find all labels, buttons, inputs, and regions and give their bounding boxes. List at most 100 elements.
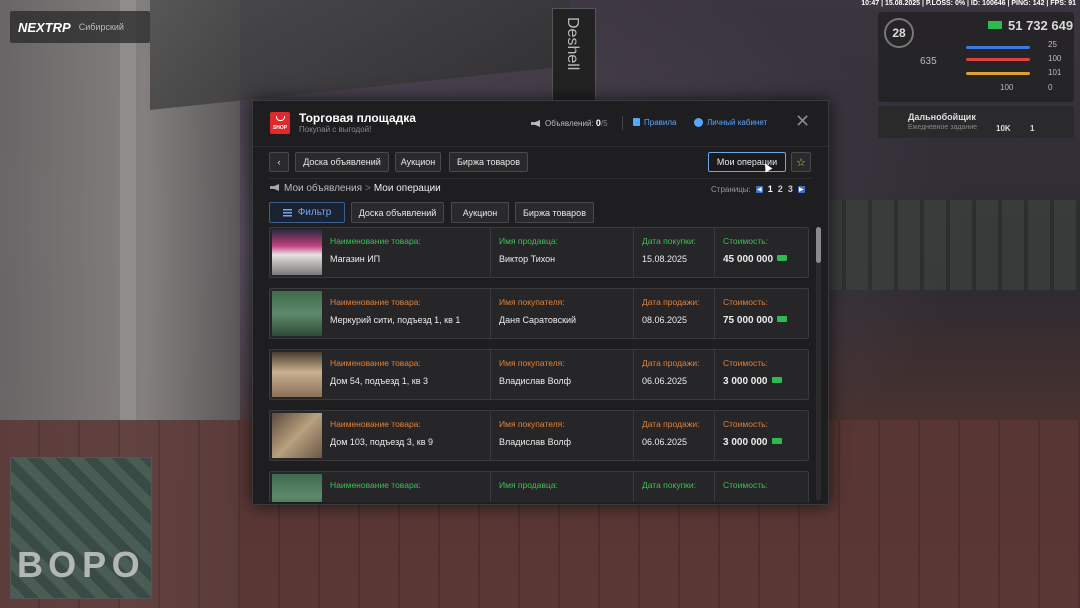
window-title: Торговая площадка [299,111,416,125]
date-column: Дата продажи: 08.06.2025 [633,289,715,338]
page-1[interactable]: 1 [768,184,773,194]
filter-exchange-button[interactable]: Биржа товаров [515,202,594,223]
filter-auction-button[interactable]: Аукцион [451,202,509,223]
next-page-icon[interactable]: ▶ [797,185,805,193]
product-column: Наименование товара: [322,472,490,502]
marketplace-window: SHOP Торговая площадка Покупай с выгодой… [252,100,829,505]
party-value: Даня Саратовский [499,315,577,325]
party-value: Виктор Тихон [499,254,556,264]
page-2[interactable]: 2 [778,184,783,194]
page-3[interactable]: 3 [788,184,793,194]
price-column: Стоимость: [714,472,811,502]
divider [269,178,812,179]
price-column: Стоимость: 45 000 000 [714,228,811,277]
date-column: Дата продажи: 06.06.2025 [633,411,715,460]
operation-card[interactable]: Наименование товара: Дом 103, подъезд 3, … [269,410,809,461]
header-divider [622,116,623,130]
item-thumbnail [272,413,322,458]
product-value: Дом 54, подъезд 1, кв 3 [330,376,428,386]
product-value: Дом 103, подъезд 3, кв 9 [330,437,433,447]
scrollbar[interactable] [816,227,821,501]
party-label: Имя продавца: [499,236,558,246]
breadcrumb-parent[interactable]: Мои объявления [284,183,362,194]
job-count: 1 [1030,124,1035,133]
hunger-bar [966,72,1030,75]
date-label: Дата продажи: [642,419,700,429]
date-label: Дата покупки: [642,236,697,246]
money-display: 51 732 649 [988,18,1073,33]
price-label: Стоимость: [723,419,768,429]
product-label: Наименование товара: [330,358,421,368]
price-label: Стоимость: [723,480,768,490]
job-panel[interactable]: Дальнобойщик Ежедневное задание 10K 1 [878,106,1074,138]
status-bar: 10:47 | 15.08.2025 | P.LOSS: 0% | ID: 10… [861,0,1076,7]
armor-bar [966,58,1030,61]
party-label: Имя продавца: [499,480,558,490]
nav-auction-button[interactable]: Аукцион [395,152,441,172]
background-sign: Deshell [552,8,596,106]
window-header: SHOP Торговая площадка Покупай с выгодой… [253,101,828,147]
date-label: Дата продажи: [642,297,700,307]
close-icon[interactable]: ✕ [795,112,810,130]
operations-list[interactable]: Наименование товара: Магазин ИП Имя продав… [269,227,811,502]
document-icon [633,118,640,126]
brand-logo: NEXTRP [18,19,71,35]
money-icon [771,377,782,383]
operation-card[interactable]: Наименование товара: Имя продавца: Дата по… [269,471,809,502]
item-thumbnail [272,230,322,275]
price-value: 3 000 000 [723,376,782,387]
date-column: Дата покупки: [633,472,715,502]
megaphone-icon [270,184,279,191]
price-column: Стоимость: 75 000 000 [714,289,811,338]
party-label: Имя покупателя: [499,419,565,429]
scroll-thumb[interactable] [816,227,821,263]
breadcrumb: Мои объявления > Мои операции [270,183,441,194]
price-column: Стоимость: 3 000 000 [714,411,811,460]
shop-icon: SHOP [270,112,290,134]
operation-card[interactable]: Наименование товара: Дом 54, подъезд 1, к… [269,349,809,400]
personal-cabinet-link[interactable]: Личный кабинет [694,118,767,127]
health-bar [966,46,1030,49]
hud-stat-a: 635 [920,56,937,67]
filter-board-button[interactable]: Доска объявлений [351,202,444,223]
money-icon [771,438,782,444]
product-value: Меркурий сити, подъезд 1, кв 1 [330,315,461,325]
date-column: Дата покупки: 15.08.2025 [633,228,715,277]
server-logo: NEXTRP Сибирский [10,11,150,43]
product-label: Наименование товара: [330,297,421,307]
nav-board-button[interactable]: Доска объявлений [295,152,389,172]
filter-icon [282,208,292,217]
product-column: Наименование товара: Магазин ИП [322,228,490,277]
minimap-label: ВОРО [17,544,146,585]
product-column: Наименование товара: Дом 103, подъезд 3, … [322,411,490,460]
party-label: Имя покупателя: [499,358,565,368]
money-icon [777,316,788,322]
hud-stat-25: 25 [1048,40,1057,49]
operation-card[interactable]: Наименование товара: Магазин ИП Имя продав… [269,227,809,278]
party-column: Имя продавца: [490,472,634,502]
product-column: Наименование товара: Дом 54, подъезд 1, к… [322,350,490,399]
nav-exchange-button[interactable]: Биржа товаров [449,152,528,172]
back-button[interactable]: ‹ [269,152,289,172]
date-label: Дата покупки: [642,480,697,490]
rules-link[interactable]: Правила [633,118,676,127]
my-operations-button[interactable]: Мои операции [708,152,786,172]
prev-page-icon[interactable]: ◀ [755,185,763,193]
product-value: Магазин ИП [330,254,381,264]
breadcrumb-current: Мои операции [373,183,441,194]
date-value: 15.08.2025 [642,254,688,264]
date-value: 06.06.2025 [642,376,688,386]
price-value: 75 000 000 [723,315,788,326]
item-thumbnail [272,474,322,502]
favorite-star-icon[interactable]: ☆ [791,152,811,172]
price-label: Стоимость: [723,297,768,307]
hud-stat-0: 0 [1048,83,1053,92]
job-title: Дальнобойщик [908,112,976,122]
megaphone-icon [531,120,540,127]
job-reward: 10K [996,124,1011,133]
operation-card[interactable]: Наименование товара: Меркурий сити, подъе… [269,288,809,339]
filter-button[interactable]: Фильтр [269,202,345,223]
user-icon [694,118,703,127]
date-value: 06.06.2025 [642,437,688,447]
window-subtitle: Покупай с выгодой! [299,125,372,134]
